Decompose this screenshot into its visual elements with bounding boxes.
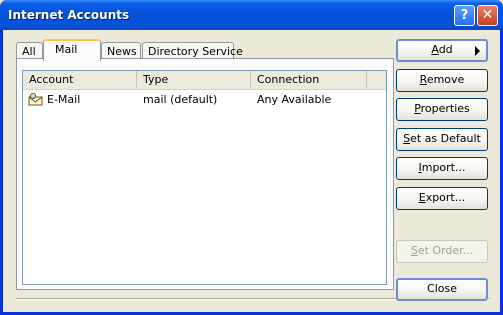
import-button[interactable]: Import... xyxy=(396,157,488,180)
set-order-label-mnemonic: S xyxy=(410,244,418,257)
close-button[interactable]: Close xyxy=(396,278,488,301)
mail-tab-panel: Account Type Connection E-Mail mail (def… xyxy=(16,58,394,290)
export-label-mnemonic: E xyxy=(418,191,426,204)
column-header-connection[interactable]: Connection xyxy=(251,71,367,88)
remove-button[interactable]: Remove xyxy=(396,69,488,92)
tab-mail[interactable]: Mail xyxy=(43,39,101,61)
accounts-list[interactable]: Account Type Connection E-Mail mail (def… xyxy=(22,70,387,285)
help-button[interactable]: ? xyxy=(454,5,475,26)
column-header-account[interactable]: Account xyxy=(23,71,137,88)
dialog-body: All Mail News Directory Service Account … xyxy=(3,30,500,312)
set-default-label-post: et as Default xyxy=(410,132,481,145)
properties-label-post: roperties xyxy=(420,102,470,115)
remove-label-mnemonic: R xyxy=(419,73,427,86)
submenu-arrow-icon xyxy=(475,46,480,56)
list-header: Account Type Connection xyxy=(23,71,386,90)
help-icon: ? xyxy=(460,8,469,23)
title-bar[interactable]: Internet Accounts ? ✕ xyxy=(0,0,503,30)
window-title: Internet Accounts xyxy=(8,8,130,22)
list-item[interactable]: E-Mail mail (default) Any Available xyxy=(23,92,386,108)
remove-label-post: emove xyxy=(426,73,465,86)
add-button[interactable]: Add xyxy=(396,39,488,62)
add-label-post: dd xyxy=(438,43,453,56)
account-name: E-Mail xyxy=(47,93,81,106)
set-as-default-button[interactable]: Set as Default xyxy=(396,128,488,151)
properties-button[interactable]: Properties xyxy=(396,98,488,121)
tab-directory-service-label: Directory Service xyxy=(148,45,243,58)
import-label-post: mport... xyxy=(421,161,466,174)
tab-mail-label: Mail xyxy=(55,43,78,56)
tab-all-label: All xyxy=(22,45,36,58)
internet-accounts-window: Internet Accounts ? ✕ All Mail News Dire… xyxy=(0,0,503,315)
export-label-post: xport... xyxy=(425,191,466,204)
close-window-button[interactable]: ✕ xyxy=(477,5,498,26)
set-order-button[interactable]: Set Order... xyxy=(396,240,488,263)
tab-news-label: News xyxy=(107,45,137,58)
export-button[interactable]: Export... xyxy=(396,187,488,210)
mail-account-icon xyxy=(28,93,43,106)
account-type: mail (default) xyxy=(143,93,218,106)
set-order-label-post: et Order... xyxy=(417,244,474,257)
add-label-mnemonic: A xyxy=(431,43,439,56)
account-connection: Any Available xyxy=(257,93,332,106)
close-icon: ✕ xyxy=(481,7,494,23)
column-header-type[interactable]: Type xyxy=(137,71,251,88)
